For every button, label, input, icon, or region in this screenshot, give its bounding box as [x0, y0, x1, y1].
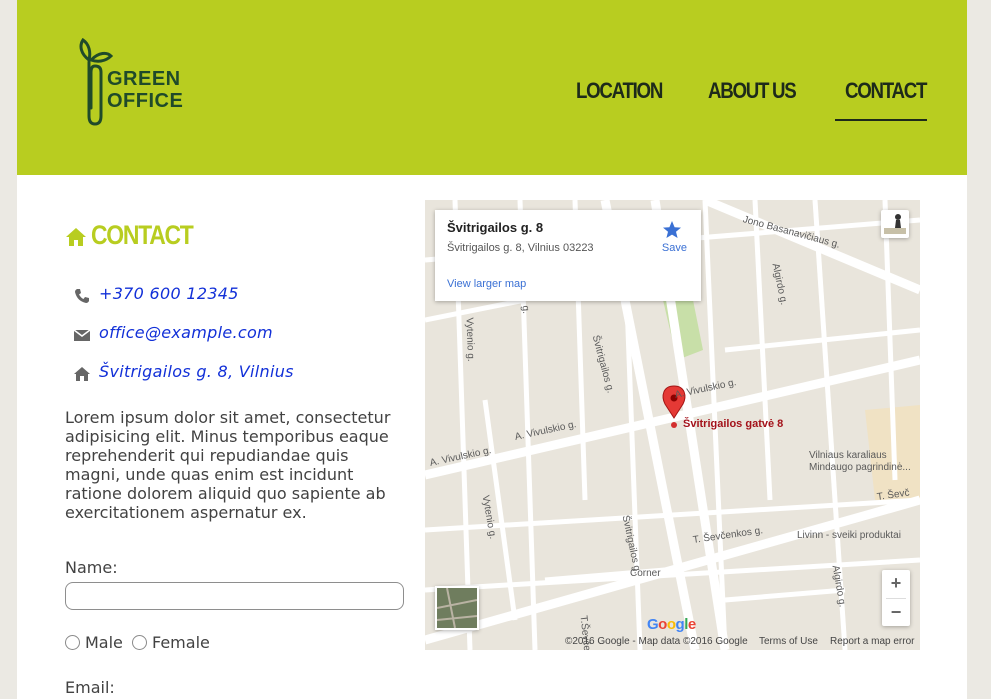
- map-terms-link[interactable]: Terms of Use: [759, 636, 818, 647]
- radio-male-circle[interactable]: [65, 635, 80, 650]
- contact-heading: CONTACT: [65, 220, 210, 251]
- phone-icon: [75, 289, 89, 303]
- street-label-s-top: g.: [519, 305, 532, 315]
- map-poi-livinn[interactable]: Livinn - sveiki produktai: [797, 530, 901, 541]
- contact-description: Lorem ipsum dolor sit amet, consectetur …: [65, 408, 391, 522]
- contact-heading-text: CONTACT: [91, 220, 194, 250]
- nav-item-contact[interactable]: CONTACT: [845, 78, 927, 104]
- map-poi-corner[interactable]: Corner: [630, 568, 661, 579]
- radio-female[interactable]: Female: [132, 633, 210, 652]
- map-pin-label[interactable]: Švitrigailos gatvė 8: [683, 418, 783, 430]
- map-zoom-control: + −: [882, 570, 910, 626]
- home-icon: [74, 367, 90, 381]
- map-save-button[interactable]: Save: [662, 220, 687, 254]
- radio-female-label: Female: [152, 633, 210, 652]
- satellite-toggle[interactable]: [435, 586, 479, 630]
- zoom-in-button[interactable]: +: [882, 570, 910, 598]
- map-card-title: Švitrigailos g. 8: [447, 220, 544, 235]
- email-link[interactable]: office@example.com: [99, 323, 273, 342]
- map-embed[interactable]: Jono Basanavičiaus g. Algirdo g. Vytenio…: [425, 200, 920, 650]
- nav-item-location[interactable]: LOCATION: [576, 78, 663, 104]
- map-report-error-link[interactable]: Report a map error: [830, 636, 914, 647]
- main-nav: LOCATION ABOUT US CONTACT: [17, 78, 967, 122]
- name-label: Name:: [65, 558, 118, 577]
- gender-radio-group: Male Female: [65, 633, 214, 654]
- map-card-subtitle: Švitrigailos g. 8, Vilnius 03223: [447, 242, 594, 254]
- nav-item-about-us[interactable]: ABOUT US: [708, 78, 797, 104]
- email-label: Email:: [65, 678, 115, 697]
- address-link[interactable]: Švitrigailos g. 8, Vilnius: [99, 362, 294, 381]
- satellite-thumbnail-icon: [437, 588, 477, 628]
- map-info-card: Švitrigailos g. 8 Švitrigailos g. 8, Vil…: [435, 210, 701, 301]
- map-save-label: Save: [661, 242, 687, 254]
- home-icon: [66, 228, 86, 246]
- envelope-icon: [73, 329, 91, 341]
- site-header: GREEN OFFICE LOCATION ABOUT US CONTACT: [17, 0, 967, 175]
- map-poi-gymnasium[interactable]: Vilniaus karaliaus Mindaugo pagrindinė..…: [809, 450, 919, 474]
- radio-male[interactable]: Male: [65, 633, 123, 652]
- pegman-icon: [884, 214, 906, 234]
- nav-active-underline: [835, 119, 927, 121]
- name-input[interactable]: [65, 582, 404, 610]
- view-larger-map-link[interactable]: View larger map: [447, 278, 526, 290]
- street-label-vytenio-top: Vytenio g.: [463, 317, 477, 362]
- page: GREEN OFFICE LOCATION ABOUT US CONTACT C…: [17, 0, 967, 699]
- phone-link[interactable]: +370 600 12345: [99, 284, 239, 303]
- map-footer: ©2016 Google - Map data ©2016 Google Ter…: [425, 634, 920, 650]
- zoom-out-button[interactable]: −: [882, 599, 910, 627]
- map-copyright: ©2016 Google - Map data ©2016 Google: [565, 636, 748, 647]
- star-icon: [662, 221, 681, 238]
- radio-female-circle[interactable]: [132, 635, 147, 650]
- google-logo: Google: [647, 616, 696, 633]
- street-view-pegman-icon[interactable]: [881, 210, 909, 238]
- radio-male-label: Male: [85, 633, 123, 652]
